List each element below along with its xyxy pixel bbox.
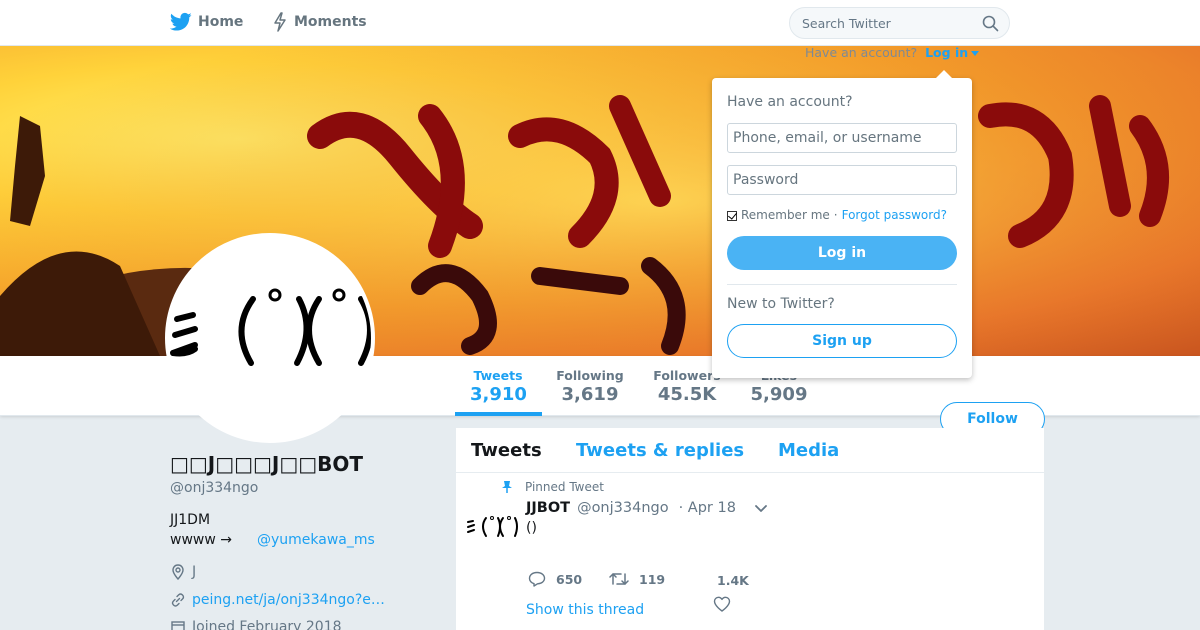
signup-button[interactable]: Sign up <box>727 324 957 358</box>
profile-location: J <box>170 564 196 580</box>
like-count: 1.4K <box>717 573 749 588</box>
tab-media[interactable]: Media <box>778 440 839 461</box>
login-dropdown: Have an account? Remember me · Forgot pa… <box>712 70 972 378</box>
calendar-icon <box>171 621 185 630</box>
lightning-icon <box>274 12 286 32</box>
tweet-author-handle[interactable]: @onj334ngo <box>577 500 669 516</box>
timeline: Tweets Tweets & replies Media Pinned Twe… <box>456 428 1044 630</box>
stat-value: 45.5K <box>657 384 717 405</box>
bio-text: JJ1DM <box>170 512 211 528</box>
reply-icon <box>528 571 546 587</box>
profile-joined: Joined February 2018 <box>170 619 342 630</box>
tweet-avatar[interactable] <box>466 508 520 548</box>
location-pin-icon <box>172 564 184 580</box>
divider <box>727 284 957 285</box>
twitter-bird-icon <box>170 12 192 31</box>
account-prompt-text: Have an account? <box>805 45 918 60</box>
active-stat-underline <box>455 412 542 416</box>
avatar-kaomoji-icon <box>170 288 371 366</box>
new-to-twitter-label: New to Twitter? <box>727 296 835 312</box>
nav-moments-label: Moments <box>294 14 367 30</box>
stat-tweets[interactable]: Tweets 3,910 <box>470 368 527 405</box>
remember-me-label[interactable]: Remember me <box>741 208 830 222</box>
chevron-down-icon[interactable] <box>754 504 768 514</box>
stat-value: 3,619 <box>561 384 619 405</box>
link-icon <box>171 593 185 607</box>
show-thread-link[interactable]: Show this thread <box>526 602 644 618</box>
search-box[interactable] <box>789 7 1010 39</box>
pin-icon <box>502 481 512 493</box>
joined-text: Joined February 2018 <box>192 619 342 630</box>
retweet-icon <box>609 573 629 585</box>
avatar-kaomoji-icon <box>467 516 518 537</box>
profile-url[interactable]: peing.net/ja/onj334ngo?e… <box>170 592 385 608</box>
remember-row: Remember me · Forgot password? <box>727 208 947 222</box>
tweet-text: () <box>526 520 537 536</box>
tab-tweets[interactable]: Tweets <box>471 440 542 461</box>
stat-label: Tweets <box>473 368 523 383</box>
bio-mention-link[interactable]: @yumekawa_ms <box>257 532 375 548</box>
tab-tweets-and-replies[interactable]: Tweets & replies <box>576 440 744 461</box>
reply-count: 650 <box>556 571 583 587</box>
nav-home[interactable]: Home <box>170 12 243 32</box>
stat-following[interactable]: Following 3,619 <box>556 368 624 405</box>
timeline-tabs: Tweets Tweets & replies Media <box>456 428 1044 473</box>
separator-dot: · <box>833 208 838 222</box>
stat-value: 3,910 <box>470 384 527 405</box>
top-nav-bar: Home Moments <box>0 0 1200 46</box>
bio-text: wwww → <box>170 532 232 548</box>
retweet-button[interactable]: 119 <box>609 571 665 587</box>
profile-handle[interactable]: @onj334ngo <box>170 480 258 496</box>
retweet-count: 119 <box>639 571 666 587</box>
nav-home-label: Home <box>198 14 244 30</box>
location-text: J <box>192 564 197 580</box>
profile-avatar[interactable] <box>165 233 375 443</box>
tweet-author-name[interactable]: JJBOT <box>526 500 570 516</box>
tweet-header: JJBOT @onj334ngo · Apr 18 <box>526 500 736 516</box>
stat-value: 5,909 <box>750 384 808 405</box>
reply-button[interactable]: 650 <box>528 571 582 587</box>
search-icon[interactable] <box>982 15 999 32</box>
search-input[interactable] <box>790 8 970 38</box>
profile-name[interactable]: □□J□□□J□□BOT <box>170 452 363 476</box>
login-toggle-label: Log in <box>925 45 969 60</box>
tweet-timestamp[interactable]: · Apr 18 <box>679 500 736 516</box>
dropdown-title: Have an account? <box>727 94 853 110</box>
stat-label: Following <box>556 368 624 383</box>
nav-moments[interactable]: Moments <box>272 12 367 32</box>
pinned-label: Pinned Tweet <box>525 480 604 494</box>
password-field[interactable] <box>727 165 957 195</box>
pinned-indicator: Pinned Tweet <box>501 480 604 494</box>
heart-icon[interactable] <box>713 596 731 612</box>
account-prompt: Have an account? Log in <box>805 45 980 60</box>
forgot-password-link[interactable]: Forgot password? <box>842 208 947 222</box>
remember-me-checkbox[interactable] <box>727 211 737 221</box>
login-toggle[interactable]: Log in <box>925 45 980 60</box>
caret-down-icon <box>971 51 980 56</box>
url-text[interactable]: peing.net/ja/onj334ngo?e… <box>192 592 385 608</box>
username-field[interactable] <box>727 123 957 153</box>
login-button[interactable]: Log in <box>727 236 957 270</box>
